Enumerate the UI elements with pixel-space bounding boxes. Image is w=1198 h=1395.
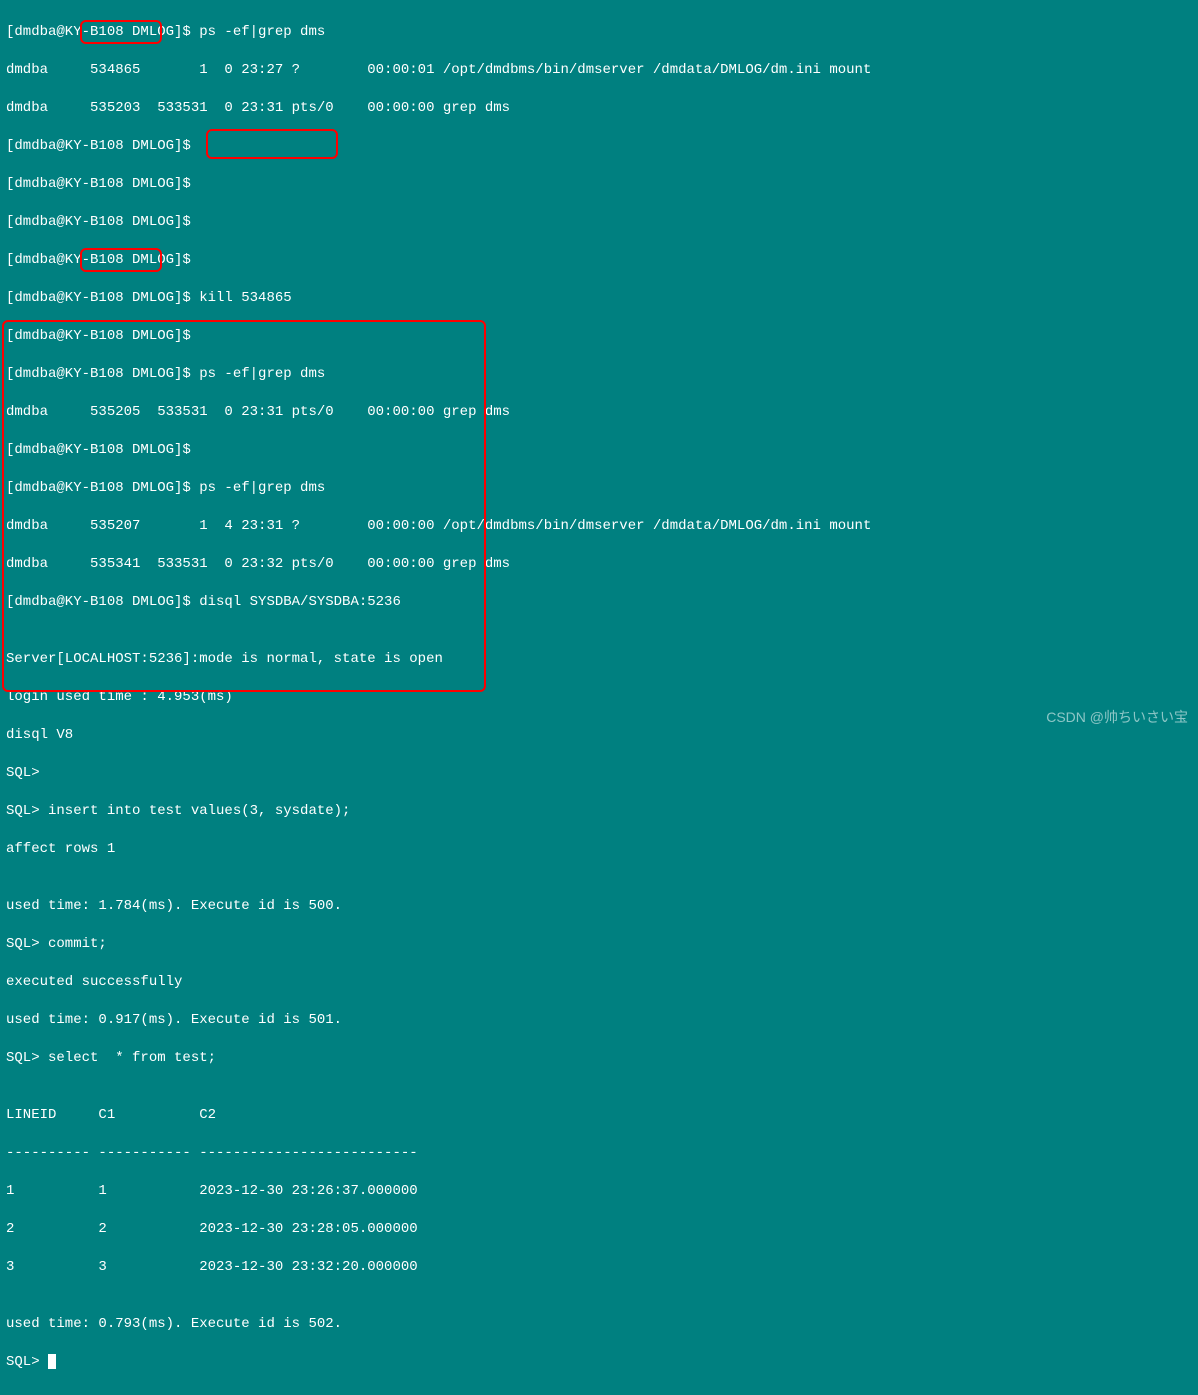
line: dmdba 535205 533531 0 23:31 pts/0 00:00:… <box>6 403 1192 422</box>
line: [dmdba@KY-B108 DMLOG]$ ps -ef|grep dms <box>6 23 1192 42</box>
line: dmdba 535341 533531 0 23:32 pts/0 00:00:… <box>6 555 1192 574</box>
terminal-output[interactable]: [dmdba@KY-B108 DMLOG]$ ps -ef|grep dms d… <box>0 0 1198 1395</box>
line: ---------- ----------- -----------------… <box>6 1144 1192 1163</box>
line: used time: 1.784(ms). Execute id is 500. <box>6 897 1192 916</box>
sql-prompt: SQL> <box>6 1354 48 1370</box>
line: [dmdba@KY-B108 DMLOG]$ <box>6 327 1192 346</box>
line: SQL> insert into test values(3, sysdate)… <box>6 802 1192 821</box>
cursor <box>48 1354 56 1369</box>
line: dmdba 534865 1 0 23:27 ? 00:00:01 /opt/d… <box>6 61 1192 80</box>
line: used time: 0.793(ms). Execute id is 502. <box>6 1315 1192 1334</box>
prompt-line[interactable]: SQL> <box>6 1353 1192 1372</box>
line: SQL> <box>6 764 1192 783</box>
watermark: CSDN @帅ちいさい宝 <box>1046 708 1188 727</box>
line: affect rows 1 <box>6 840 1192 859</box>
line: executed successfully <box>6 973 1192 992</box>
line: [dmdba@KY-B108 DMLOG]$ <box>6 213 1192 232</box>
line: login used time : 4.953(ms) <box>6 688 1192 707</box>
line: dmdba 535207 1 4 23:31 ? 00:00:00 /opt/d… <box>6 517 1192 536</box>
line: disql V8 <box>6 726 1192 745</box>
line: [dmdba@KY-B108 DMLOG]$ disql SYSDBA/SYSD… <box>6 593 1192 612</box>
line: [dmdba@KY-B108 DMLOG]$ <box>6 137 1192 156</box>
line: [dmdba@KY-B108 DMLOG]$ ps -ef|grep dms <box>6 365 1192 384</box>
line: used time: 0.917(ms). Execute id is 501. <box>6 1011 1192 1030</box>
line: LINEID C1 C2 <box>6 1106 1192 1125</box>
line: [dmdba@KY-B108 DMLOG]$ <box>6 251 1192 270</box>
line: [dmdba@KY-B108 DMLOG]$ kill 534865 <box>6 289 1192 308</box>
line: 2 2 2023-12-30 23:28:05.000000 <box>6 1220 1192 1239</box>
line: [dmdba@KY-B108 DMLOG]$ <box>6 441 1192 460</box>
line: [dmdba@KY-B108 DMLOG]$ ps -ef|grep dms <box>6 479 1192 498</box>
line: 3 3 2023-12-30 23:32:20.000000 <box>6 1258 1192 1277</box>
line: SQL> commit; <box>6 935 1192 954</box>
line: [dmdba@KY-B108 DMLOG]$ <box>6 175 1192 194</box>
line: Server[LOCALHOST:5236]:mode is normal, s… <box>6 650 1192 669</box>
line: SQL> select * from test; <box>6 1049 1192 1068</box>
line: 1 1 2023-12-30 23:26:37.000000 <box>6 1182 1192 1201</box>
line: dmdba 535203 533531 0 23:31 pts/0 00:00:… <box>6 99 1192 118</box>
